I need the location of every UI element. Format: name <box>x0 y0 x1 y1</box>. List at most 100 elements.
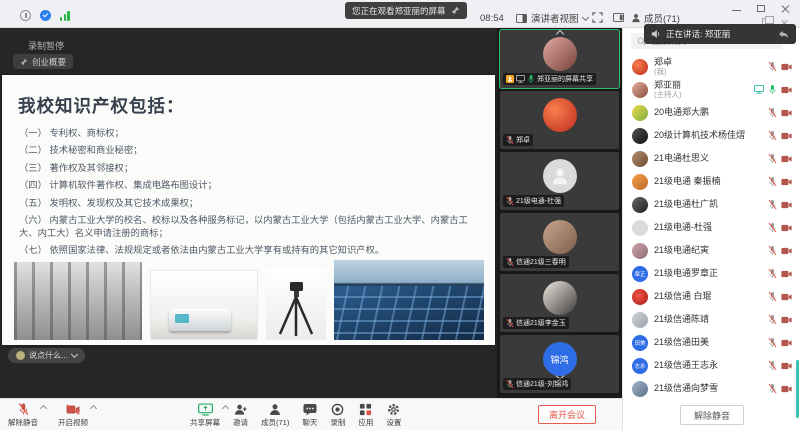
member-row[interactable]: 志永 21级信通王志永 <box>623 354 800 377</box>
mic-muted-icon[interactable] <box>768 130 777 141</box>
member-name: 21级信通 白琨 <box>654 291 762 301</box>
member-row[interactable]: 郑亚丽 (主持人) <box>623 78 800 101</box>
camera-off-icon[interactable] <box>781 224 792 232</box>
camera-off-icon <box>66 404 80 415</box>
mic-muted-icon[interactable] <box>768 153 777 164</box>
camera-off-icon[interactable] <box>781 63 792 71</box>
video-tile[interactable]: 21级电通-杜强 <box>500 152 619 210</box>
share-screen-button[interactable]: 共享屏幕 <box>190 402 220 428</box>
mic-muted-icon[interactable] <box>768 383 777 394</box>
participant-avatar <box>543 37 577 71</box>
mic-muted-icon[interactable] <box>768 337 777 348</box>
video-options-chevron[interactable] <box>90 405 97 412</box>
member-meta: 21级信通向梦雪 <box>654 383 762 393</box>
unmute-all-button[interactable]: 解除静音 <box>680 405 744 425</box>
camera-off-icon[interactable] <box>781 270 792 278</box>
member-meta: 21级电通罗章正 <box>654 268 762 278</box>
member-name: 21级信通陈靖 <box>654 314 762 324</box>
video-tile[interactable]: 郑卓 <box>500 91 619 149</box>
pinned-doc-pill[interactable]: 创业概要 <box>13 54 73 69</box>
participant-avatar <box>543 220 577 254</box>
invite-button[interactable]: 邀请 <box>233 402 248 428</box>
member-avatar: 田美 <box>632 335 648 351</box>
tile-participant-name: 信通21级李金玉 <box>516 318 566 328</box>
member-row[interactable]: 21电通杜思义 <box>623 147 800 170</box>
camera-off-icon[interactable] <box>781 385 792 393</box>
member-meta: 21级信通王志永 <box>654 360 762 370</box>
view-mode-dropdown[interactable]: 演讲者视图 <box>516 11 588 25</box>
member-row[interactable]: 郑卓 (我) <box>623 55 800 78</box>
chevron-down-icon <box>71 351 78 358</box>
member-row[interactable]: 田美 21级信通田美 <box>623 331 800 354</box>
camera-off-icon[interactable] <box>781 86 792 94</box>
member-row[interactable]: 20电通郑大鹏 <box>623 101 800 124</box>
member-row[interactable]: 21级电通纪寅 <box>623 239 800 262</box>
mic-muted-icon[interactable] <box>768 314 777 325</box>
camera-off-icon[interactable] <box>781 109 792 117</box>
member-meta: 21级电通纪寅 <box>654 245 762 255</box>
member-row[interactable]: 21级电通-杜强 <box>623 216 800 239</box>
mic-muted-icon[interactable] <box>768 176 777 187</box>
member-row[interactable]: 21级信通向梦雪 <box>623 377 800 400</box>
mic-on-icon[interactable] <box>768 84 777 95</box>
layout-switch-button[interactable] <box>613 13 624 22</box>
settings-label: 设置 <box>386 417 401 428</box>
mic-muted-icon[interactable] <box>768 291 777 302</box>
mic-muted-icon[interactable] <box>768 107 777 118</box>
minimize-button[interactable] <box>732 10 741 12</box>
security-shield-icon[interactable] <box>40 10 51 21</box>
panel-scrollbar[interactable] <box>796 360 800 418</box>
mic-muted-icon[interactable] <box>768 245 777 256</box>
member-row[interactable]: 21级电通 秦振楠 <box>623 170 800 193</box>
mic-muted-icon[interactable] <box>768 360 777 371</box>
slide-photo-row <box>14 262 484 340</box>
member-row[interactable]: 章正 21级电通罗章正 <box>623 262 800 285</box>
comment-input-pill[interactable]: 说点什么... <box>8 348 85 363</box>
apps-button[interactable]: 应用 <box>358 402 373 428</box>
camera-off-icon[interactable] <box>781 339 792 347</box>
video-tile[interactable]: 郑亚丽的屏幕共享 <box>500 30 619 88</box>
mic-muted-icon[interactable] <box>768 222 777 233</box>
mic-muted-icon[interactable] <box>768 61 777 72</box>
member-row[interactable]: 21级信通 白琨 <box>623 285 800 308</box>
member-row[interactable]: 21级电通杜广凯 <box>623 193 800 216</box>
member-row[interactable]: 21级信通陈靖 <box>623 308 800 331</box>
reply-arrow-icon[interactable] <box>778 30 789 39</box>
camera-off-icon[interactable] <box>781 316 792 324</box>
settings-button[interactable]: 设置 <box>386 402 401 428</box>
camera-off-icon[interactable] <box>781 247 792 255</box>
record-button[interactable]: 录制 <box>330 402 345 428</box>
mic-muted-icon[interactable] <box>768 268 777 279</box>
unmute-button[interactable]: 解除静音 <box>8 402 38 428</box>
video-tile[interactable]: 信通21级李金玉 <box>500 274 619 332</box>
mic-muted-icon[interactable] <box>768 199 777 210</box>
mic-muted-icon <box>506 318 514 328</box>
camera-off-icon[interactable] <box>781 132 792 140</box>
camera-off-icon[interactable] <box>781 362 792 370</box>
share-options-chevron[interactable] <box>222 405 229 412</box>
meeting-info-icon[interactable] <box>20 10 31 21</box>
recording-status: 录制暂停 <box>28 39 64 52</box>
member-status-icons <box>768 360 792 371</box>
member-status-icons <box>768 314 792 325</box>
start-video-button[interactable]: 开启视频 <box>58 402 88 428</box>
meeting-window: 您正在观看郑亚丽的屏幕 08:54 演讲者视图 成员(71) <box>0 0 800 430</box>
leave-meeting-button[interactable]: 离开会议 <box>538 405 596 424</box>
video-tile[interactable]: 锦鸿 信通21级-刘锦鸿 <box>500 335 619 393</box>
chat-button[interactable]: 聊天 <box>302 402 317 428</box>
maximize-button[interactable] <box>757 5 765 12</box>
camera-off-icon[interactable] <box>781 201 792 209</box>
camera-off-icon[interactable] <box>781 293 792 301</box>
members-button[interactable]: 成员(71) <box>261 402 289 428</box>
pin-icon[interactable] <box>451 6 460 15</box>
member-row[interactable]: 20级计算机技术杨佳熠 <box>623 124 800 147</box>
video-tile[interactable]: 信通21级三春明 <box>500 213 619 271</box>
member-status-icons <box>768 222 792 233</box>
camera-off-icon[interactable] <box>781 178 792 186</box>
camera-off-icon[interactable] <box>781 155 792 163</box>
mic-options-chevron[interactable] <box>40 405 47 412</box>
chat-label: 聊天 <box>302 417 317 428</box>
members-toggle[interactable]: 成员(71) <box>631 11 680 25</box>
fullscreen-button[interactable] <box>592 12 603 23</box>
close-button[interactable] <box>781 4 790 13</box>
